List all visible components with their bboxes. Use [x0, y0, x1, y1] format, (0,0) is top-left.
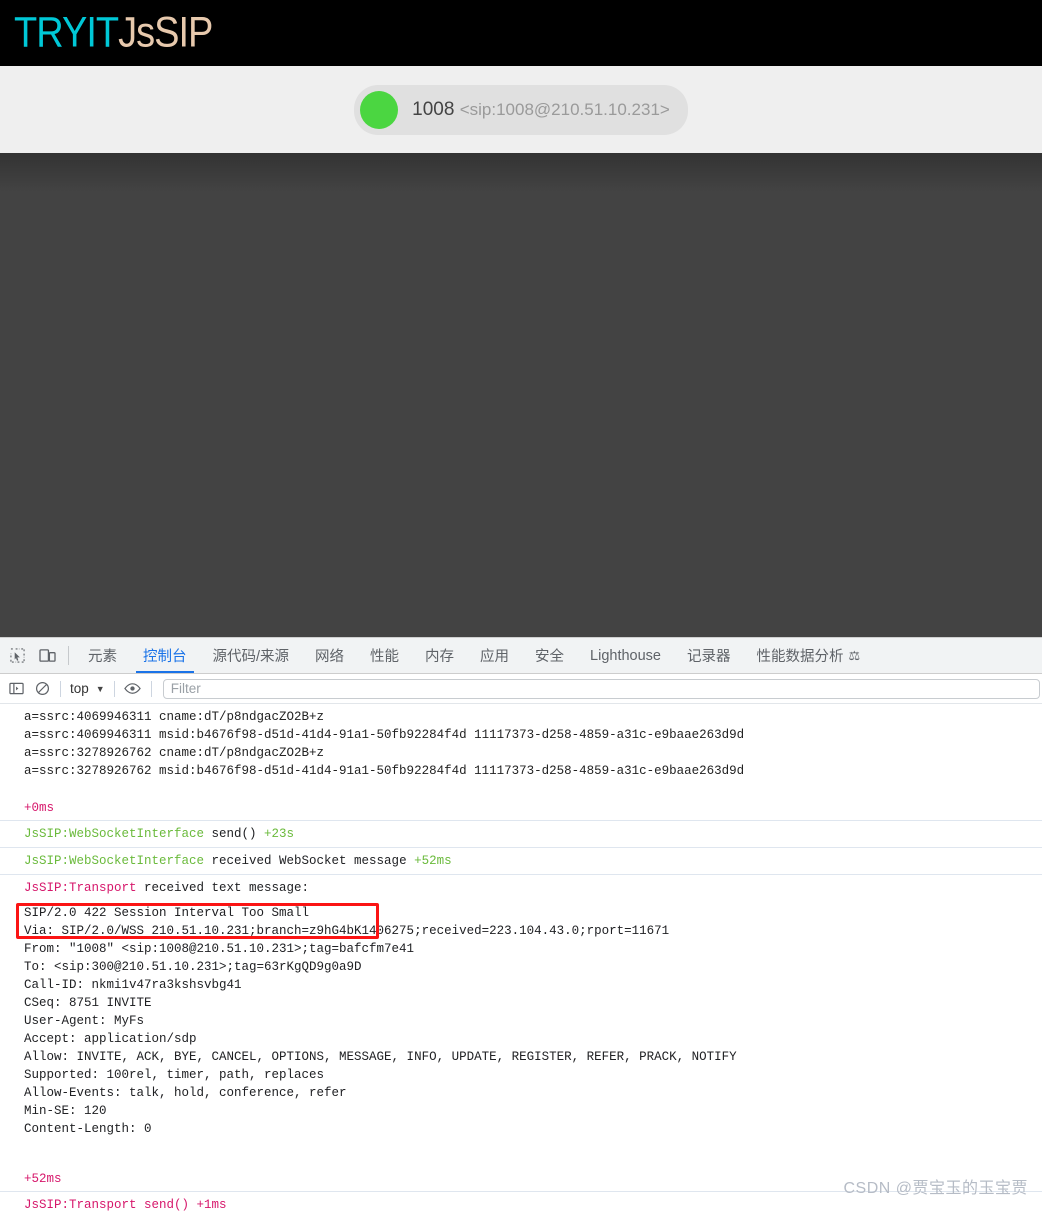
- log-timing: +23s: [256, 827, 295, 841]
- sip-header-line: CSeq: 8751 INVITE: [24, 996, 152, 1010]
- tab-network[interactable]: 网络: [302, 638, 357, 673]
- log-text: send(): [136, 1198, 190, 1212]
- sip-header-line: Accept: application/sdp: [24, 1032, 197, 1046]
- sdp-line: a=ssrc:4069946311 msid:b4676f98-d51d-41d…: [24, 728, 745, 742]
- sdp-lines-block: a=ssrc:4069946311 cname:dT/p8ndgacZO2B+z…: [0, 704, 1042, 783]
- tab-label: Lighthouse: [590, 647, 661, 664]
- tab-label: 应用: [480, 649, 510, 665]
- tab-sources[interactable]: 源代码/来源: [200, 638, 303, 673]
- timing-marker-first: +0ms: [24, 801, 55, 815]
- tab-console[interactable]: 控制台: [130, 638, 200, 673]
- sip-header-line: Allow: INVITE, ACK, BYE, CANCEL, OPTIONS…: [24, 1050, 737, 1064]
- console-filter-input[interactable]: Filter: [162, 678, 1040, 699]
- log-text: received WebSocket message: [204, 854, 407, 868]
- toolbar-divider-3: [150, 680, 152, 697]
- tab-performance[interactable]: 性能: [357, 638, 412, 673]
- tab-label: 安全: [535, 649, 565, 665]
- inspect-element-icon[interactable]: [2, 638, 32, 673]
- device-toolbar-icon[interactable]: [32, 638, 62, 673]
- sip-header-line: Content-Length: 0: [24, 1122, 152, 1136]
- log-label: JsSIP:Transport: [24, 881, 137, 895]
- tab-memory[interactable]: 内存: [412, 638, 467, 673]
- csdn-watermark: CSDN @贾宝玉的玉宝贾: [843, 1180, 1028, 1197]
- sip-header-line: User-Agent: MyFs: [24, 1014, 145, 1028]
- sdp-line: a=ssrc:3278926762 msid:b4676f98-d51d-41d…: [24, 764, 745, 778]
- tab-recorder[interactable]: 记录器: [674, 638, 744, 673]
- tab-label: 记录器: [686, 649, 731, 665]
- tab-label: 元素: [88, 649, 117, 665]
- tab-label: 内存: [425, 649, 455, 665]
- console-log-entry[interactable]: JsSIP:WebSocketInterface send() +23s: [0, 820, 1042, 847]
- tab-label: 性能: [370, 649, 400, 665]
- status-indicator-dot: [360, 90, 399, 129]
- sip-header-line: Via: SIP/2.0/WSS 210.51.10.231;branch=z9…: [24, 924, 670, 938]
- status-label: 1008 <sip:1008@210.51.10.231>: [412, 99, 670, 121]
- devtools-panel: 元素 控制台 源代码/来源 网络 性能 内存 应用 安全 Lighthouse …: [0, 637, 1042, 1220]
- sip-status-line: SIP/2.0 422 Session Interval Too Small: [24, 906, 310, 920]
- console-log-entry[interactable]: JsSIP:Transport received text message:: [0, 874, 1042, 901]
- tab-label: 网络: [315, 649, 345, 665]
- execution-context-selector[interactable]: top ▼: [66, 681, 109, 696]
- status-uri: <sip:1008@210.51.10.231>: [459, 99, 670, 119]
- sip-message-block: SIP/2.0 422 Session Interval Too Small Vi…: [0, 901, 1042, 1142]
- devtools-tabbar: 元素 控制台 源代码/来源 网络 性能 内存 应用 安全 Lighthouse …: [0, 638, 1042, 674]
- console-gap: [0, 783, 1042, 795]
- tab-performance-insights[interactable]: 性能数据分析 ⚖: [743, 638, 873, 673]
- console-gap-2: [0, 1142, 1042, 1166]
- tab-label: 控制台: [143, 649, 187, 665]
- tab-lighthouse[interactable]: Lighthouse: [577, 638, 674, 673]
- logo-primary-text: TRYIT: [14, 8, 119, 56]
- sip-header-line: Min-SE: 120: [24, 1104, 107, 1118]
- eye-icon[interactable]: [120, 676, 146, 702]
- toolbar-divider-1: [60, 680, 61, 697]
- video-display-area[interactable]: [0, 153, 1042, 637]
- console-output[interactable]: a=ssrc:4069946311 cname:dT/p8ndgacZO2B+z…: [0, 704, 1042, 1220]
- registration-status-bar: 1008 <sip:1008@210.51.10.231>: [0, 66, 1042, 153]
- log-text: received text message:: [136, 881, 310, 895]
- tab-elements[interactable]: 元素: [75, 638, 130, 673]
- log-label: JsSIP:WebSocketInterface: [24, 827, 205, 841]
- sip-header-line: Call-ID: nkmi1v47ra3kshsvbg41: [24, 978, 242, 992]
- status-user: 1008: [412, 98, 455, 120]
- log-timing: +1ms: [189, 1198, 227, 1212]
- log-timing: +52ms: [406, 854, 452, 868]
- chevron-down-icon: ▼: [95, 683, 105, 694]
- context-value: top: [70, 681, 89, 696]
- app-logo: TRYIT JsSIP: [14, 8, 213, 57]
- log-label: JsSIP:WebSocketInterface: [24, 854, 205, 868]
- status-pill[interactable]: 1008 <sip:1008@210.51.10.231>: [354, 84, 688, 135]
- tab-application[interactable]: 应用: [467, 638, 522, 673]
- sip-header-line: From: "1008" <sip:1008@210.51.10.231>;ta…: [24, 942, 415, 956]
- app-header: TRYIT JsSIP: [0, 0, 1042, 66]
- tabbar-divider: [68, 646, 69, 665]
- logo-secondary-text: JsSIP: [118, 8, 213, 56]
- sidebar-toggle-icon[interactable]: [3, 676, 29, 702]
- sdp-line: a=ssrc:4069946311 cname:dT/p8ndgacZO2B+z: [24, 710, 325, 724]
- sip-header-line: Allow-Events: talk, hold, conference, re…: [24, 1086, 347, 1100]
- log-label: JsSIP:Transport: [24, 1198, 137, 1212]
- tab-label: 源代码/来源: [212, 649, 290, 665]
- clear-console-icon[interactable]: [29, 676, 55, 702]
- tab-label: 性能数据分析: [756, 649, 844, 665]
- tab-security[interactable]: 安全: [522, 638, 577, 673]
- toolbar-divider-2: [113, 680, 115, 697]
- flask-icon: ⚖: [848, 647, 861, 663]
- sdp-line: a=ssrc:3278926762 cname:dT/p8ndgacZO2B+z: [24, 746, 325, 760]
- console-log-entry[interactable]: JsSIP:WebSocketInterface received WebSoc…: [0, 847, 1042, 874]
- log-text: send(): [204, 827, 257, 841]
- console-toolbar: top ▼ Filter: [0, 674, 1042, 704]
- sip-header-line: To: <sip:300@210.51.10.231>;tag=63rKgQD9…: [24, 960, 362, 974]
- filter-placeholder: Filter: [170, 681, 201, 696]
- sip-header-line: Supported: 100rel, timer, path, replaces: [24, 1068, 325, 1082]
